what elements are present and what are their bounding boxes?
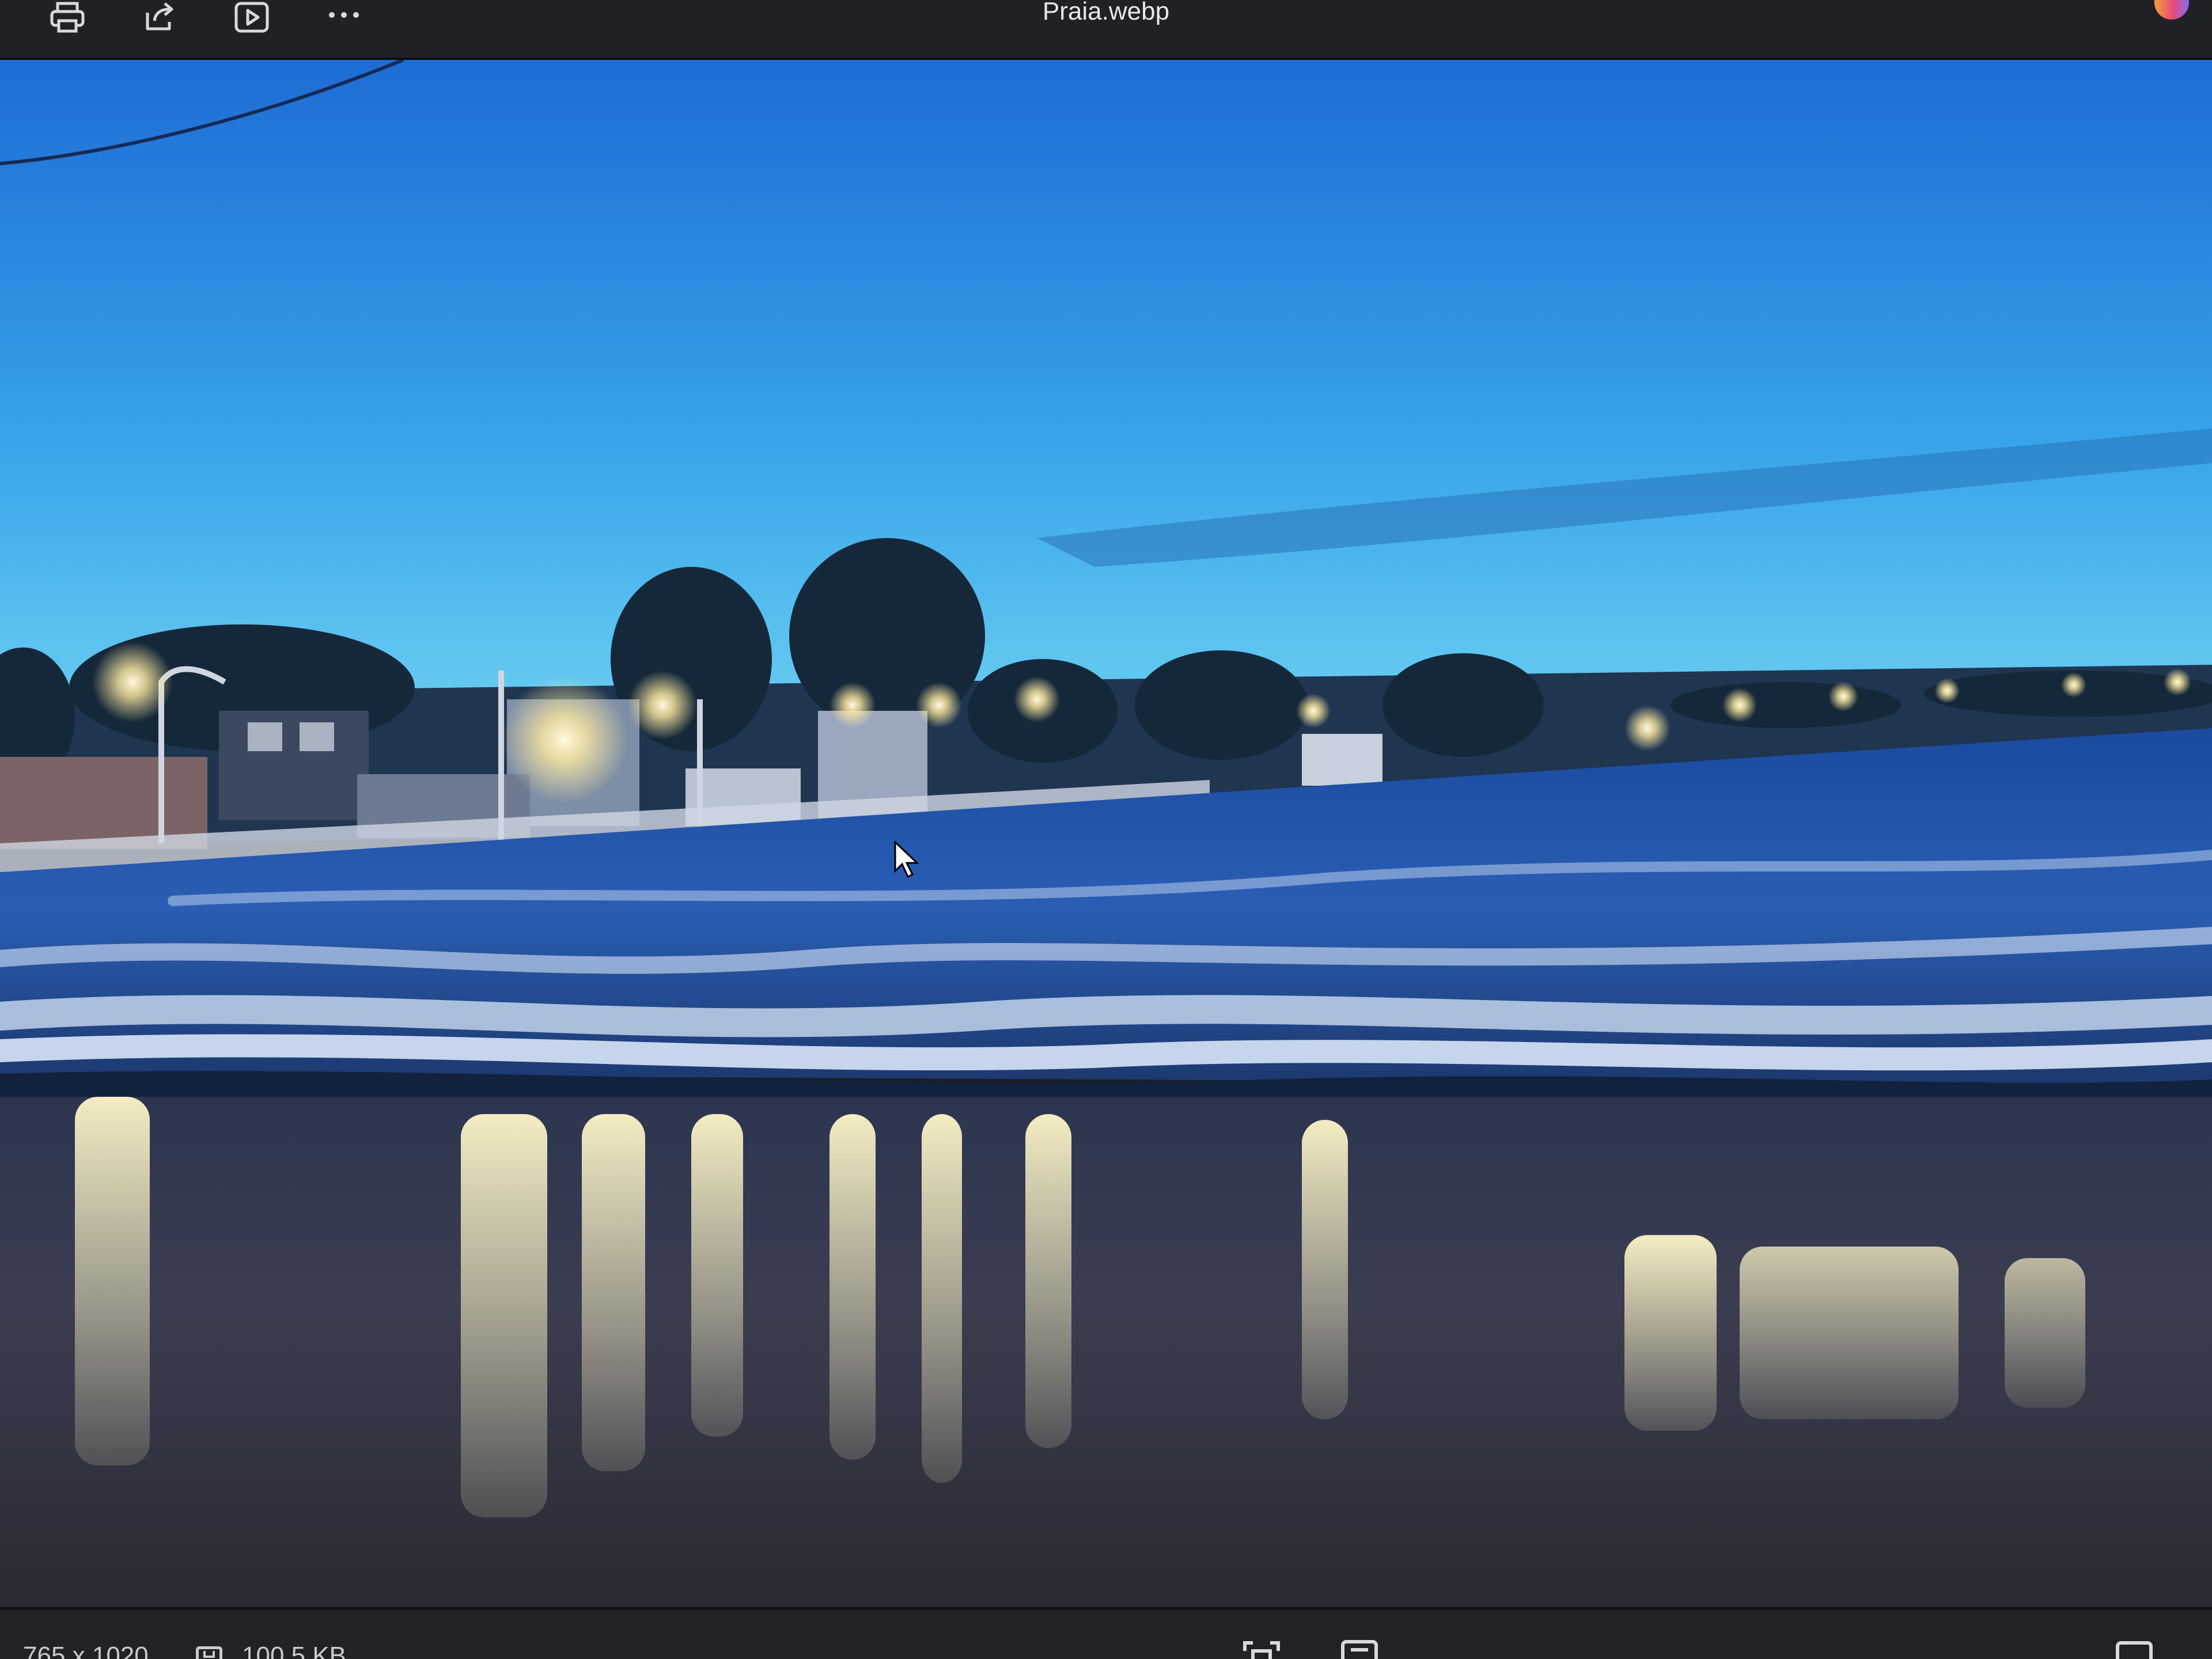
status-bar: 765 x 1020 100.5 KB <box>0 1607 2212 1659</box>
more-options-button[interactable] <box>318 0 370 35</box>
slideshow-button[interactable] <box>226 0 278 35</box>
actual-size-button[interactable] <box>1339 1638 1380 1659</box>
disk-icon <box>196 1646 222 1659</box>
fullscreen-icon <box>2116 1641 2153 1659</box>
mouse-cursor-icon <box>894 841 919 878</box>
window-title: Praia.webp <box>1042 0 1170 25</box>
print-button[interactable] <box>41 0 93 35</box>
share-icon <box>146 2 173 31</box>
more-horizontal-icon <box>329 12 359 18</box>
photos-app-window: Praia.webp 765 x 1020 100.5 KB <box>0 0 2212 1659</box>
play-icon <box>234 2 269 33</box>
image-viewport[interactable] <box>0 60 2212 1607</box>
beach-photo <box>0 60 2212 1607</box>
file-size: 100.5 KB <box>242 1642 347 1659</box>
printer-icon <box>50 2 85 33</box>
top-toolbar: Praia.webp <box>0 0 2212 60</box>
fit-to-window-button[interactable] <box>1241 1638 1282 1659</box>
share-button[interactable] <box>134 0 185 35</box>
fit-window-icon <box>1243 1641 1280 1659</box>
image-dimensions: 765 x 1020 <box>23 1642 149 1659</box>
copilot-icon[interactable] <box>2154 0 2189 20</box>
actual-size-icon <box>1341 1640 1378 1659</box>
fullscreen-button[interactable] <box>2114 1638 2154 1659</box>
